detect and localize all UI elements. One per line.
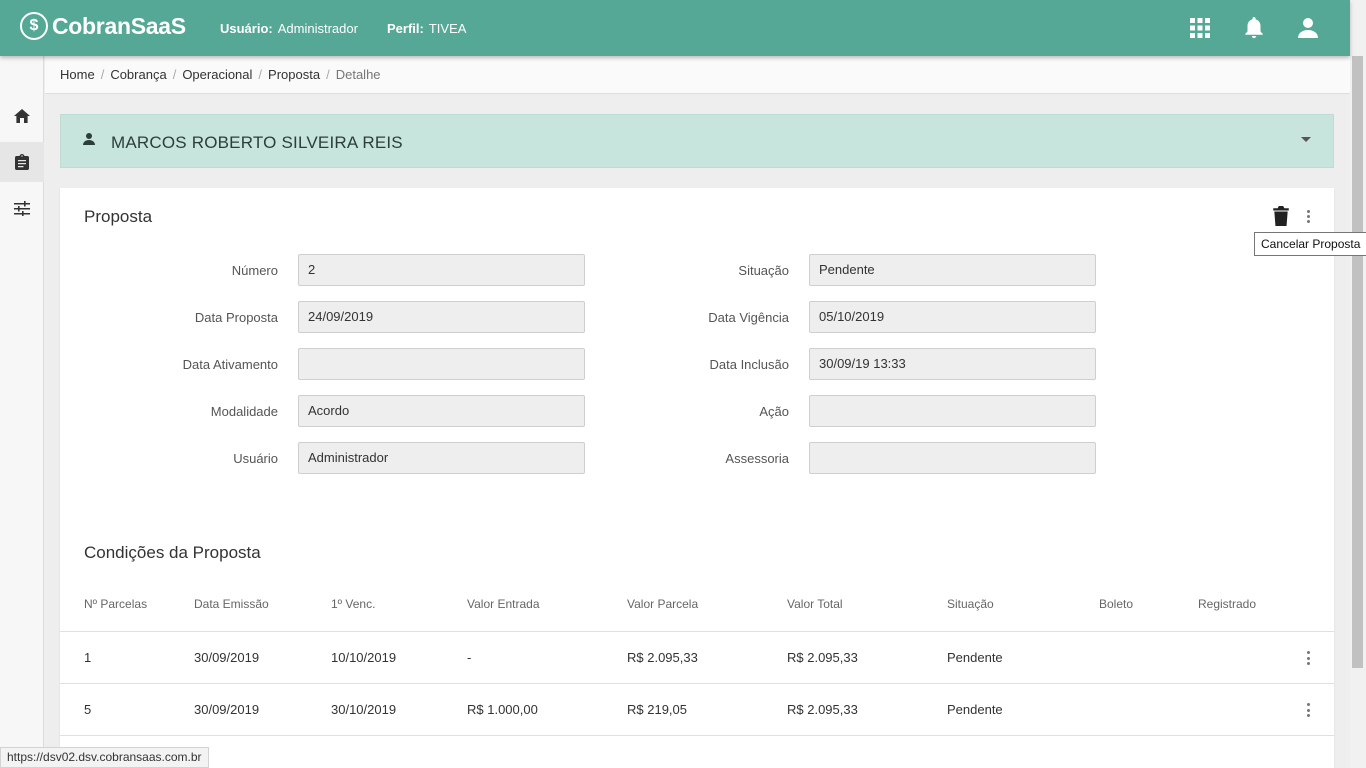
column-header-valor-entrada[interactable]: Valor Entrada: [467, 597, 540, 611]
cell-valor-entrada: -: [467, 650, 472, 665]
logo-coin-icon: $: [20, 12, 48, 40]
acao-label: Ação: [759, 404, 789, 419]
situacao-label: Situação: [738, 263, 789, 278]
delete-trash-icon[interactable]: [1272, 206, 1290, 226]
data-vigencia-label: Data Vigência: [708, 310, 789, 325]
clipboard-icon: [15, 154, 29, 170]
profile-info: Perfil: TIVEA: [387, 21, 466, 36]
column-header-registrado[interactable]: Registrado: [1198, 597, 1256, 611]
sidebar-item-home[interactable]: [0, 96, 44, 136]
brand-logo[interactable]: $ CobranSaaS: [20, 12, 186, 40]
numero-field[interactable]: 2: [298, 254, 585, 286]
condicoes-title: Condições da Proposta: [84, 543, 261, 562]
cell-situacao: Pendente: [947, 702, 1003, 717]
sliders-icon: [14, 200, 30, 216]
breadcrumb-home[interactable]: Home: [60, 67, 95, 82]
column-header-boleto[interactable]: Boleto: [1099, 597, 1133, 611]
page-scrollbar-thumb[interactable]: [1352, 56, 1363, 668]
breadcrumb-separator: /: [100, 67, 105, 82]
cell-parcelas: 5: [84, 702, 92, 717]
person-icon: [83, 133, 95, 145]
breadcrumb-operacional[interactable]: Operacional: [182, 67, 252, 82]
expand-caret-icon[interactable]: [1301, 137, 1311, 142]
table-divider: [60, 735, 1334, 736]
cell-parcelas: 1: [84, 650, 92, 665]
column-header-data-emissao[interactable]: Data Emissão: [194, 597, 269, 611]
column-header-valor-total[interactable]: Valor Total: [787, 597, 843, 611]
cell-valor-total: R$ 2.095,33: [787, 702, 858, 717]
data-inclusao-label: Data Inclusão: [709, 357, 790, 372]
usuario-label: Usuário: [233, 451, 278, 466]
breadcrumb-cobranca[interactable]: Cobrança: [110, 67, 166, 82]
apps-grid-icon[interactable]: [1188, 16, 1212, 40]
breadcrumb-separator: /: [258, 67, 263, 82]
cancel-proposal-tooltip: Cancelar Proposta: [1254, 232, 1366, 256]
profile-label: Perfil:: [387, 21, 424, 36]
breadcrumb-detalhe: Detalhe: [335, 67, 381, 82]
cell-valor-entrada: R$ 1.000,00: [467, 702, 538, 717]
cell-valor-parcela: R$ 219,05: [627, 702, 687, 717]
user-label: Usuário:: [220, 21, 273, 36]
left-sidebar: [0, 56, 44, 768]
data-inclusao-field[interactable]: 30/09/19 13:33: [809, 348, 1096, 380]
usuario-field[interactable]: Administrador: [298, 442, 585, 474]
user-account-icon[interactable]: [1296, 16, 1320, 40]
modalidade-label: Modalidade: [210, 404, 278, 419]
data-proposta-field[interactable]: 24/09/2019: [298, 301, 585, 333]
more-vertical-icon: [1306, 209, 1310, 223]
numero-label: Número: [231, 263, 278, 278]
data-vigencia-field[interactable]: 05/10/2019: [809, 301, 1096, 333]
bell-icon[interactable]: [1242, 16, 1266, 40]
acao-field[interactable]: [809, 395, 1096, 427]
data-proposta-label: Data Proposta: [194, 310, 278, 325]
column-header-vencimento[interactable]: 1º Venc.: [331, 597, 375, 611]
cell-valor-total: R$ 2.095,33: [787, 650, 858, 665]
table-divider: [60, 683, 1334, 684]
cell-data-emissao: 30/09/2019: [194, 702, 260, 717]
cell-vencimento: 30/10/2019: [331, 702, 397, 717]
cell-data-emissao: 30/09/2019: [194, 650, 260, 665]
column-header-parcelas[interactable]: Nº Parcelas: [84, 597, 147, 611]
column-header-valor-parcela[interactable]: Valor Parcela: [627, 597, 698, 611]
status-bar-url: https://dsv02.dsv.cobransaas.com.br: [0, 747, 209, 768]
data-ativamento-field[interactable]: [298, 348, 585, 380]
cell-situacao: Pendente: [947, 650, 1003, 665]
breadcrumb-proposta[interactable]: Proposta: [268, 67, 320, 82]
home-icon: [14, 109, 30, 123]
breadcrumb: Home / Cobrança / Operacional / Proposta / D…: [45, 56, 1350, 94]
user-info: Usuário: Administrador: [220, 21, 358, 36]
customer-name: MARCOS ROBERTO SILVEIRA REIS: [111, 133, 403, 152]
breadcrumb-separator: /: [326, 67, 330, 82]
sidebar-item-configuracoes[interactable]: [0, 188, 44, 228]
user-value: Administrador: [277, 21, 358, 36]
customer-header-panel[interactable]: MARCOS ROBERTO SILVEIRA REIS: [60, 114, 1334, 168]
assessoria-label: Assessoria: [725, 451, 789, 466]
row-more-options-button[interactable]: [1306, 651, 1310, 665]
proposta-title: Proposta: [84, 207, 153, 226]
breadcrumb-separator: /: [172, 67, 177, 82]
situacao-field[interactable]: Pendente: [809, 254, 1096, 286]
column-header-situacao[interactable]: Situação: [947, 597, 994, 611]
assessoria-field[interactable]: [809, 442, 1096, 474]
cell-vencimento: 10/10/2019: [331, 650, 397, 665]
card-more-options-button[interactable]: [1300, 206, 1316, 226]
brand-name: CobranSaaS: [52, 12, 186, 39]
table-divider: [60, 631, 1334, 632]
profile-value: TIVEA: [428, 21, 467, 36]
cell-valor-parcela: R$ 2.095,33: [627, 650, 698, 665]
proposta-card: Proposta Número 2 Data Proposta 24/09/20…: [60, 188, 1334, 768]
top-app-bar: $ CobranSaaS Usuário: Administrador Perfi…: [0, 0, 1350, 56]
row-more-options-button[interactable]: [1306, 703, 1310, 717]
sidebar-item-cobranca[interactable]: [0, 142, 44, 182]
modalidade-field[interactable]: Acordo: [298, 395, 585, 427]
data-ativamento-label: Data Ativamento: [182, 357, 278, 372]
